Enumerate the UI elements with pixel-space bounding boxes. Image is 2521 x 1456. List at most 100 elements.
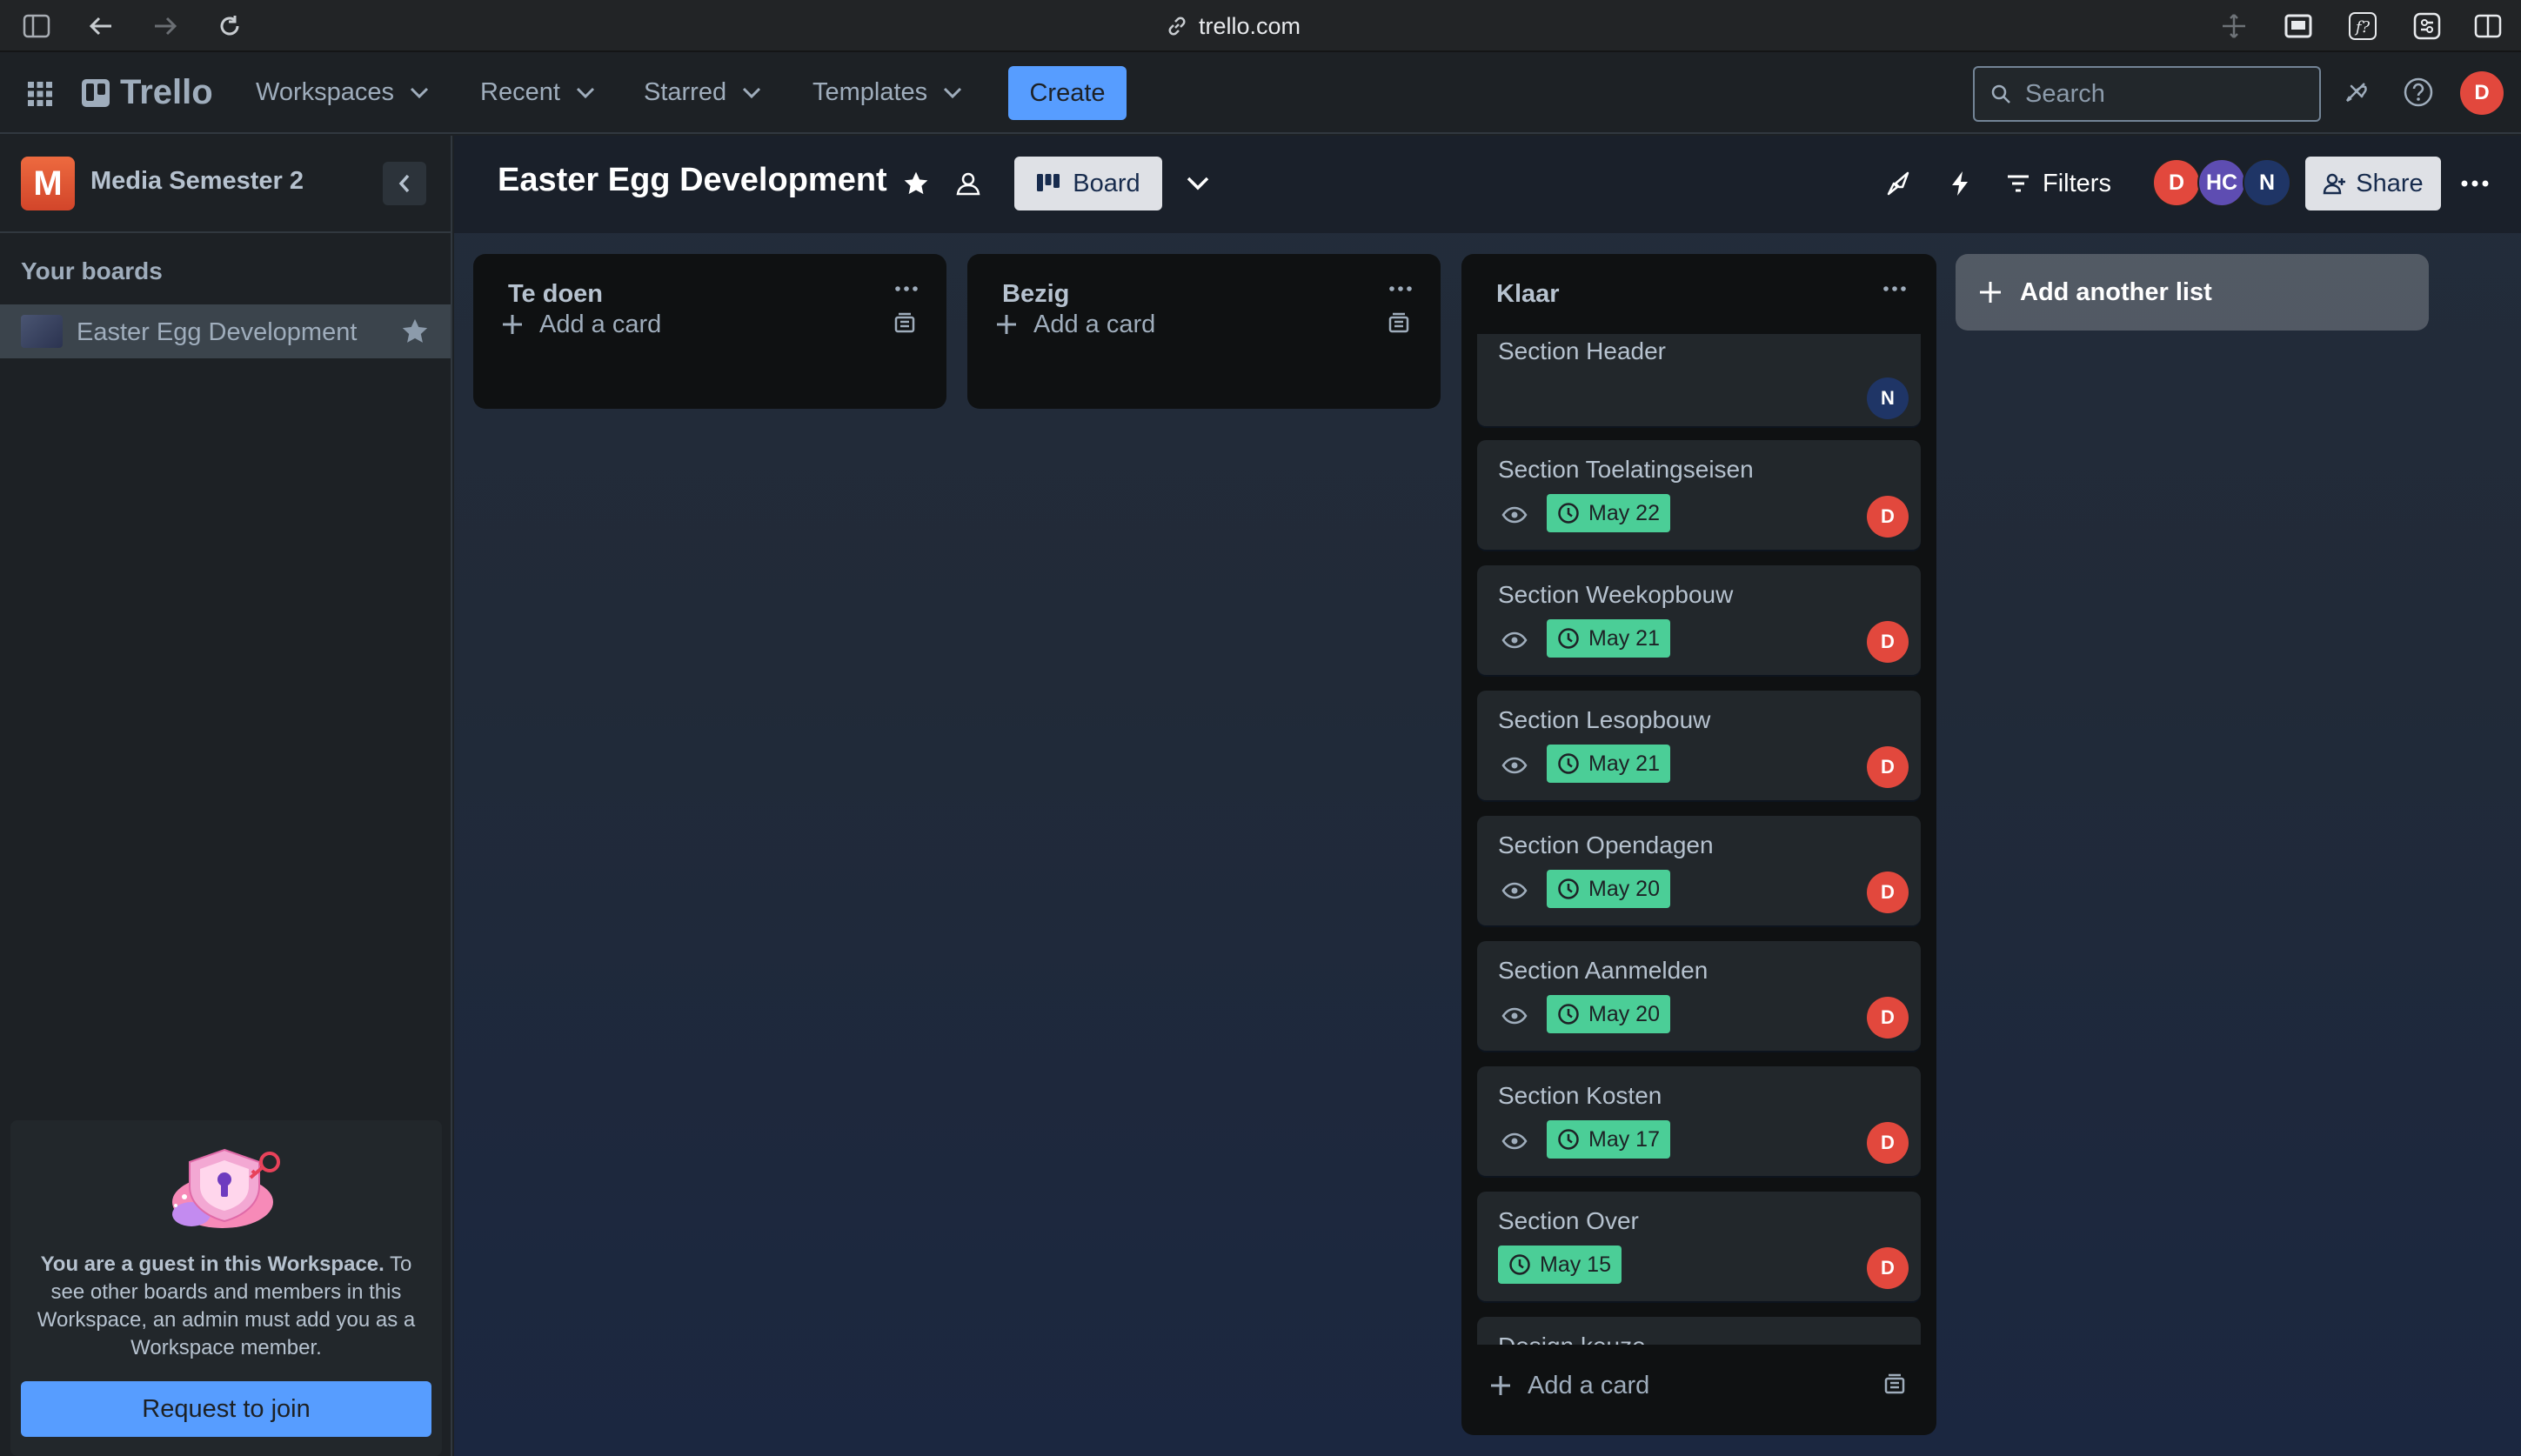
nav-starred[interactable]: Starred [644,78,761,107]
help-icon[interactable] [2403,77,2434,108]
nav-workspaces-label: Workspaces [256,78,395,106]
due-date-badge[interactable]: May 20 [1547,870,1670,908]
add-card-button[interactable]: Add a card [1489,1364,1649,1407]
card-template-icon[interactable] [1387,311,1411,336]
url-text: trello.com [1199,12,1301,39]
address-bar[interactable]: trello.com [1166,9,1301,43]
due-date-text: May 15 [1540,1252,1611,1277]
add-another-list-button[interactable]: Add another list [1956,254,2429,331]
card-member-avatar[interactable]: D [1867,872,1909,913]
app-switcher-icon[interactable] [26,80,54,108]
card-template-icon[interactable] [893,311,917,336]
card[interactable]: Section Toelatingseisen May 22 D [1477,440,1921,550]
function-icon[interactable]: f? [2345,9,2380,43]
list-menu-icon[interactable] [894,277,919,301]
sidebar-board-item[interactable]: Easter Egg Development [0,304,451,358]
plus-icon [1980,282,2001,303]
due-date-badge[interactable]: May 22 [1547,494,1670,532]
card[interactable]: Design keuze [1477,1317,1921,1345]
sidebar-toggle-icon[interactable] [19,9,54,43]
add-card-label: Add a card [1033,310,1156,338]
guest-notice-text: You are a guest in this Workspace. To se… [37,1251,416,1362]
due-date-badge[interactable]: May 21 [1547,619,1670,658]
due-date-badge[interactable]: May 17 [1547,1120,1670,1159]
add-card-button[interactable]: Add a card [995,303,1155,346]
due-date-text: May 21 [1588,751,1660,776]
automation-icon[interactable] [1938,162,1982,205]
card[interactable]: Section Lesopbouw May 21 D [1477,691,1921,800]
card-member-avatar[interactable]: D [1867,1247,1909,1289]
workspace-name[interactable]: Media Semester 2 [90,167,304,196]
extensions-icon[interactable] [2410,9,2444,43]
watching-eye-icon [1501,757,1528,774]
search-input[interactable]: Search [1973,66,2321,122]
nav-templates-label: Templates [812,78,928,106]
add-card-button[interactable]: Add a card [501,303,661,346]
member-avatar[interactable]: N [2243,158,2291,207]
card-member-avatar[interactable]: D [1867,496,1909,538]
reload-icon[interactable] [212,9,247,43]
plus-icon [503,315,522,334]
list-menu-icon[interactable] [1388,277,1413,301]
extension-move-icon[interactable] [2217,9,2251,43]
card-member-avatar[interactable]: D [1867,746,1909,788]
board-title[interactable]: Easter Egg Development [498,162,887,199]
list-menu-icon[interactable] [1882,277,1907,301]
share-button[interactable]: Share [2305,157,2441,210]
star-board-icon[interactable] [894,162,938,205]
card-member-avatar[interactable]: D [1867,621,1909,663]
board-thumbnail [21,315,63,348]
filters-button[interactable]: Filters [2006,162,2111,205]
card-title: Section Toelatingseisen [1498,456,1754,483]
search-placeholder: Search [2025,79,2105,108]
notifications-icon[interactable] [2340,77,2371,108]
card-template-icon[interactable] [1882,1373,1907,1397]
due-date-badge[interactable]: May 15 [1498,1246,1622,1284]
request-to-join-button[interactable]: Request to join [21,1381,431,1437]
due-date-text: May 21 [1588,625,1660,651]
due-date-badge[interactable]: May 21 [1547,745,1670,783]
nav-templates[interactable]: Templates [812,78,962,107]
user-avatar[interactable]: D [2460,71,2504,115]
card-member-avatar[interactable]: D [1867,1122,1909,1164]
picture-in-picture-icon[interactable] [2281,9,2316,43]
card[interactable]: Section Kosten May 17 D [1477,1066,1921,1176]
nav-workspaces[interactable]: Workspaces [256,78,429,107]
list-title[interactable]: Klaar [1496,280,1560,309]
workspace-logo: M [21,157,75,210]
clock-icon [1558,1129,1579,1150]
trello-logo[interactable]: Trello [82,73,213,112]
back-arrow-icon[interactable] [84,9,118,43]
card-scroll-area[interactable]: Section Header N Section Toelatingseisen… [1461,334,1936,1345]
more-options-icon[interactable] [2453,162,2497,205]
card[interactable]: Section Opendagen May 20 D [1477,816,1921,925]
plus-icon [1491,1376,1510,1395]
create-button[interactable]: Create [1008,66,1127,120]
board-view-button[interactable]: Board [1014,157,1162,210]
watching-eye-icon [1501,506,1528,524]
due-date-text: May 20 [1588,876,1660,901]
card-title: Section Opendagen [1498,832,1714,858]
visibility-icon[interactable] [946,162,990,205]
filter-icon [2008,175,2029,192]
card[interactable]: Section Weekopbouw May 21 D [1477,565,1921,675]
chevron-down-icon [410,87,429,98]
power-ups-icon[interactable] [1877,162,1921,205]
member-avatar[interactable]: D [2152,158,2201,207]
star-icon[interactable] [400,317,430,346]
guest-notice-title: You are a guest in this Workspace. [40,1252,385,1276]
card-member-avatar[interactable]: N [1867,377,1909,419]
chevron-down-icon[interactable] [1176,162,1220,205]
due-date-badge[interactable]: May 20 [1547,995,1670,1033]
forward-arrow-icon[interactable] [148,9,183,43]
member-avatar[interactable]: HC [2197,158,2246,207]
card-title: Design keuze [1498,1332,1646,1345]
card[interactable]: Section Aanmelden May 20 D [1477,941,1921,1051]
card-member-avatar[interactable]: D [1867,997,1909,1039]
nav-recent[interactable]: Recent [480,78,595,107]
card[interactable]: Section Header N [1477,334,1921,426]
split-view-icon[interactable] [2471,9,2505,43]
card[interactable]: Section Over May 15 D [1477,1192,1921,1301]
add-person-icon [2324,173,2346,195]
collapse-sidebar-button[interactable] [383,162,426,205]
